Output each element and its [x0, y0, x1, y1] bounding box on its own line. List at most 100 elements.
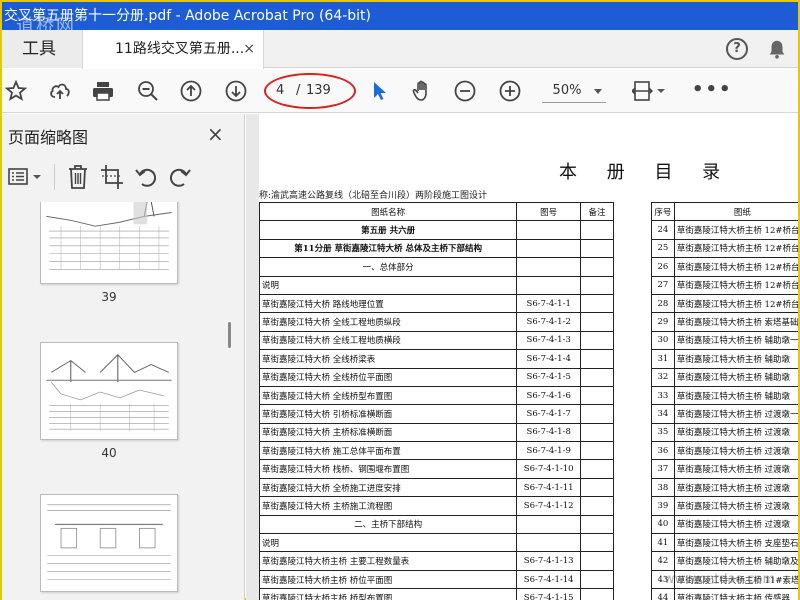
table-row: 草街嘉陵江特大桥 全线桥型布置图 S6-7-4-1-6 — [258, 385, 614, 406]
panel-divider — [54, 164, 55, 190]
drawing-name-cell: 草街嘉陵江特大桥 引桥标准横断面 — [258, 404, 518, 424]
zoom-plus-icon[interactable] — [498, 79, 522, 103]
drawing-name-cell: 第五册 共六册 — [258, 220, 518, 240]
drawing-name-cell: 第11分册 草街嘉陵江特大桥 总体及主桥下部结构 — [258, 238, 518, 259]
rotate-right-icon[interactable] — [168, 165, 192, 189]
table-row: 一、总体部分 — [258, 257, 614, 277]
drawing-name-cell: 草街嘉陵江特大桥 主桥施工流程图 — [258, 496, 518, 516]
main-toolbar: 4 / 139 50% ••• — [2, 69, 798, 113]
drawing-number-cell: S6-7-4-1-13 — [516, 551, 582, 571]
row-number-cell: 33 — [651, 385, 675, 406]
document-view[interactable]: 本 册 目 录 称:渝武高速公路复线（北碚至合川段）两阶段施工图设计 图纸名称 … — [246, 114, 798, 600]
window-title: 交叉第五册第十一分册.pdf - Adobe Acrobat Pro (64-b… — [4, 8, 372, 24]
drawing-name-cell: 草街嘉陵江特大桥主桥 桥型布置图 — [258, 588, 518, 600]
select-arrow-icon[interactable] — [368, 79, 392, 103]
table-row: 草街嘉陵江特大桥主桥 桥型布置图 S6-7-4-1-15 — [258, 588, 614, 600]
drawing-number-cell: S6-7-4-1-9 — [516, 441, 582, 461]
table-header: 备注 — [580, 201, 614, 222]
drawing-name-cell: 草街嘉陵江特大桥主桥 辅助墩 — [673, 349, 798, 369]
table-row: 34 草街嘉陵江特大桥主桥 过渡墩一 — [651, 404, 798, 424]
help-icon[interactable]: ? — [726, 38, 748, 60]
row-number-cell: 36 — [651, 441, 675, 461]
drawing-name-cell: 草街嘉陵江特大桥主桥 索塔基础 — [673, 312, 798, 332]
drawing-name-cell: 草街嘉陵江特大桥主桥 传感器 — [673, 588, 798, 600]
thumbnail-scrollbar[interactable] — [228, 322, 231, 348]
row-number-cell: 37 — [651, 459, 675, 479]
remarks-cell — [580, 312, 614, 332]
page-up-icon[interactable] — [179, 79, 203, 103]
row-number-cell: 32 — [651, 367, 675, 387]
upload-icon[interactable] — [48, 79, 72, 103]
row-number-cell: 24 — [651, 220, 675, 240]
thumbnail-label: 40 — [101, 446, 117, 460]
table-row: 44 草街嘉陵江特大桥主桥 传感器 — [651, 588, 798, 600]
document-tab-label: 11路线交叉第五册... — [115, 41, 245, 57]
zoom-minus-icon[interactable] — [453, 79, 477, 103]
print-icon[interactable] — [91, 79, 115, 103]
drawing-name-cell: 二、主桥下部结构 — [258, 514, 518, 535]
rotate-left-icon[interactable] — [134, 165, 158, 189]
remarks-cell — [580, 422, 614, 443]
page-down-icon[interactable] — [224, 79, 248, 103]
page-thumbnail[interactable] — [40, 202, 178, 284]
panel-title: 页面缩略图 — [8, 128, 89, 147]
drawing-name-cell: 草街嘉陵江特大桥主桥 过渡墩 — [673, 496, 798, 516]
table-row: 草街嘉陵江特大桥主桥 主要工程数量表 S6-7-4-1-13 — [258, 551, 614, 571]
drawing-name-cell: 草街嘉陵江特大桥 全桥施工进度安排 — [258, 477, 518, 498]
drawing-name-cell: 草街嘉陵江特大桥 全线工程地质横段 — [258, 330, 518, 351]
remarks-cell — [580, 238, 614, 259]
page-thumbnail[interactable] — [40, 494, 178, 592]
drawing-name-cell: 一、总体部分 — [258, 257, 518, 277]
hand-icon[interactable] — [410, 79, 434, 103]
drawing-name-cell: 说明 — [258, 533, 518, 553]
remarks-cell — [580, 385, 614, 406]
zoom-out-search-icon[interactable] — [136, 79, 160, 103]
drawing-number-cell: S6-7-4-1-6 — [516, 385, 582, 406]
document-tab[interactable]: 11路线交叉第五册... × — [82, 30, 264, 69]
drawing-number-cell: S6-7-4-1-12 — [516, 496, 582, 516]
table-row: 36 草街嘉陵江特大桥主桥 过渡墩 — [651, 441, 798, 461]
table-header: 序号 — [651, 201, 675, 222]
table-row: 第五册 共六册 — [258, 220, 614, 240]
tools-tab[interactable]: 工具 — [2, 30, 82, 68]
drawing-number-cell: S6-7-4-1-2 — [516, 312, 582, 332]
drawing-number-cell: S6-7-4-1-8 — [516, 422, 582, 443]
table-header: 图纸名称 — [258, 201, 518, 222]
drawing-number-cell — [516, 533, 582, 553]
bookmark-star-icon[interactable] — [4, 79, 28, 103]
row-number-cell: 38 — [651, 477, 675, 498]
fit-width-icon[interactable] — [632, 79, 666, 103]
row-number-cell: 28 — [651, 293, 675, 314]
close-panel-icon[interactable]: × — [207, 122, 224, 146]
thumbnail-options-icon[interactable] — [8, 166, 42, 188]
remarks-cell — [580, 220, 614, 240]
row-number-cell: 30 — [651, 330, 675, 351]
drawing-name-cell: 草街嘉陵江特大桥 路线地理位置 — [258, 293, 518, 314]
drawing-number-cell — [516, 238, 582, 259]
zoom-dropdown-icon[interactable] — [594, 89, 602, 94]
crop-icon[interactable] — [100, 164, 124, 190]
table-row: 37 草街嘉陵江特大桥主桥 过渡墩 — [651, 459, 798, 479]
table-row: 草街嘉陵江特大桥 全桥施工进度安排 S6-7-4-1-11 — [258, 477, 614, 498]
remarks-cell — [580, 330, 614, 351]
delete-icon[interactable] — [66, 164, 90, 190]
table-row: 29 草街嘉陵江特大桥主桥 索塔基础 — [651, 312, 798, 332]
drawing-name-cell: 草街嘉陵江特大桥 全线桥型布置图 — [258, 385, 518, 406]
table-row: 28 草街嘉陵江特大桥主桥 12#桥台 — [651, 293, 798, 314]
thumbnail-list: 39 40 — [2, 202, 245, 600]
remarks-cell — [580, 275, 614, 295]
panel-toolbar — [2, 160, 245, 194]
remarks-cell — [580, 496, 614, 516]
page-thumbnail[interactable] — [40, 342, 178, 440]
bell-icon[interactable] — [766, 38, 788, 60]
window-title-bar: 交叉第五册第十一分册.pdf - Adobe Acrobat Pro (64-b… — [2, 2, 798, 30]
close-tab-icon[interactable]: × — [243, 30, 255, 68]
table-header-row: 图纸名称 图号 备注 — [258, 201, 614, 222]
drawing-name-cell: 草街嘉陵江特大桥主桥 12#桥台 — [673, 293, 798, 314]
row-number-cell: 35 — [651, 422, 675, 443]
row-number-cell: 27 — [651, 275, 675, 295]
table-row: 草街嘉陵江特大桥 栈桥、钢围堰布置图 S6-7-4-1-10 — [258, 459, 614, 479]
pdf-page: 本 册 目 录 称:渝武高速公路复线（北碚至合川段）两阶段施工图设计 图纸名称 … — [258, 114, 798, 600]
table-header: 图纸 — [673, 201, 798, 222]
more-tools-icon[interactable]: ••• — [692, 79, 733, 100]
